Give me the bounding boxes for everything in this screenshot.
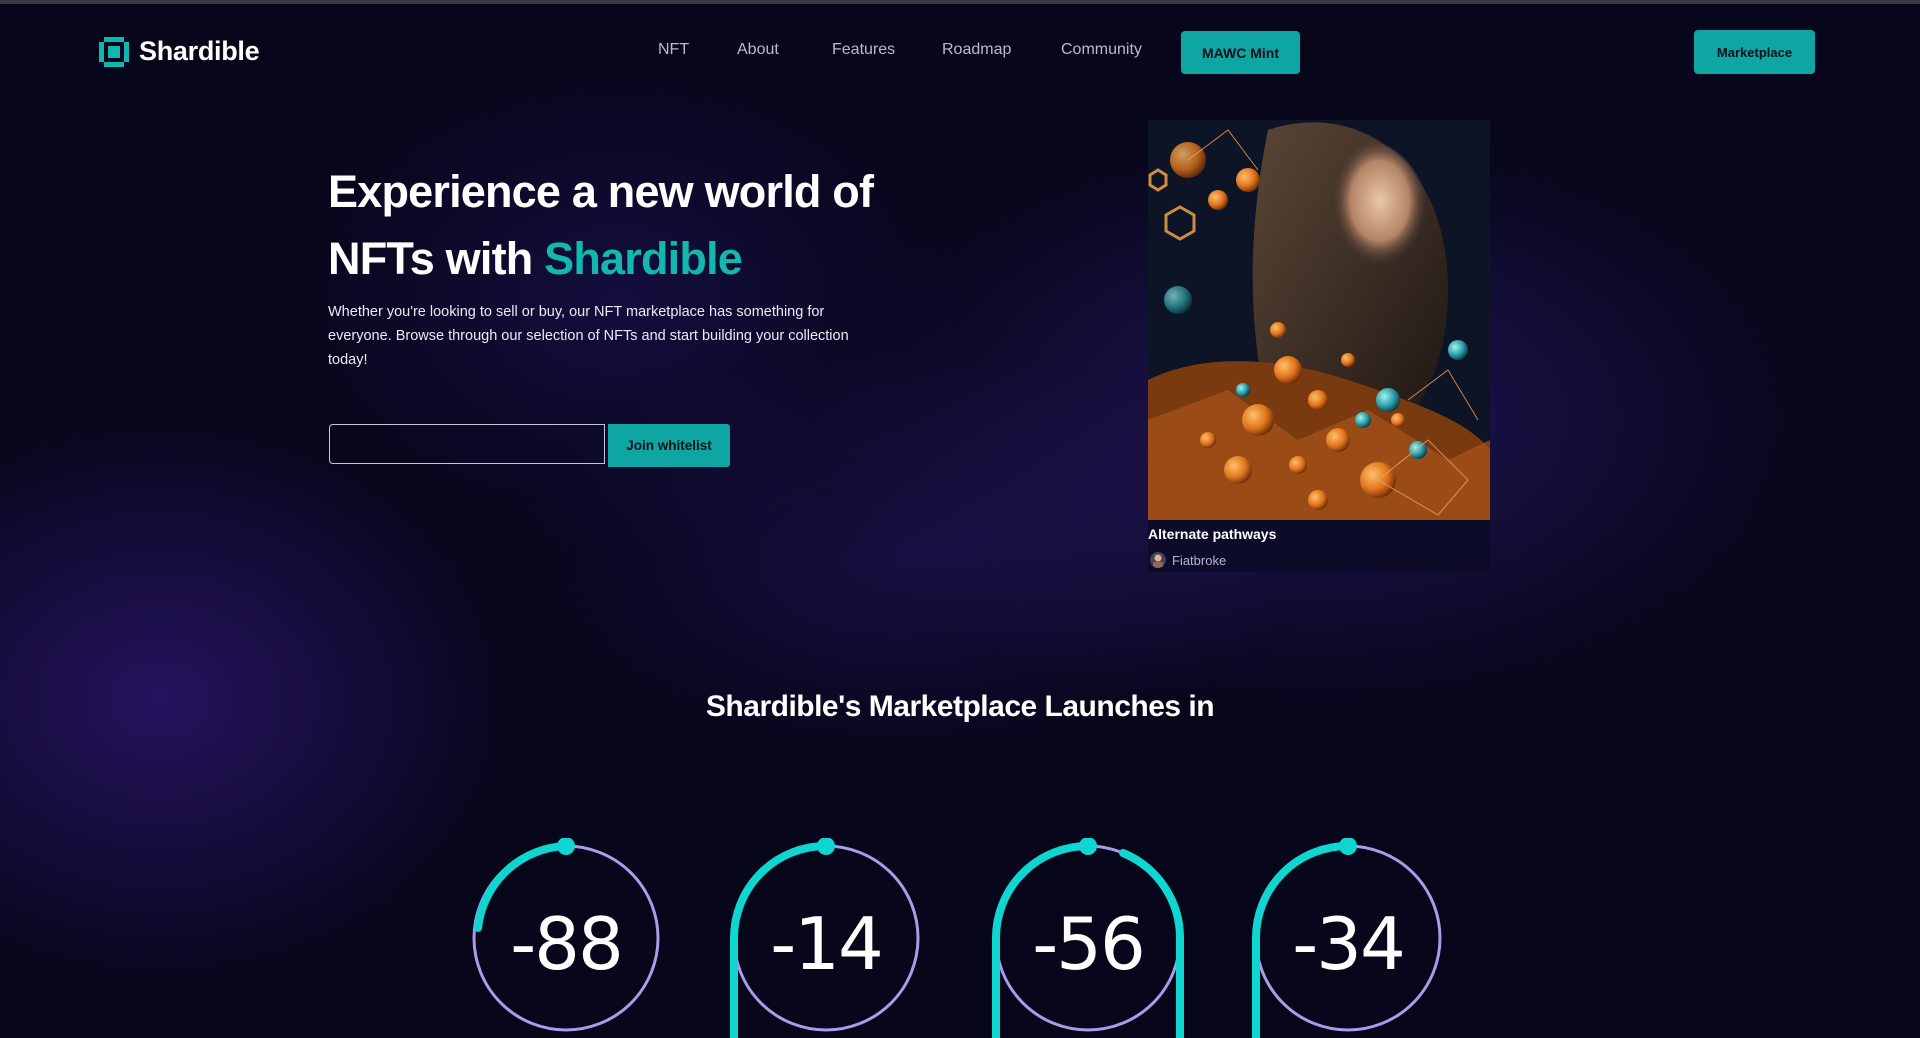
nav-community[interactable]: Community <box>1061 41 1142 59</box>
timer-value-days: -88 <box>510 902 624 986</box>
nav-roadmap[interactable]: Roadmap <box>942 41 1011 59</box>
shard-logo-icon <box>99 36 129 67</box>
whitelist-email-input[interactable] <box>329 424 605 464</box>
hero-title-line1: Experience a new world of <box>328 166 874 217</box>
timer-value-minutes: -56 <box>1032 902 1146 986</box>
countdown-timer-hours: -14 <box>726 838 926 1038</box>
brand-name: Shardible <box>139 36 260 66</box>
nft-artwork-image <box>1148 120 1490 520</box>
window-top-border <box>0 0 1920 4</box>
hero-title-accent: Shardible <box>544 233 743 284</box>
countdown-timer-days: -88 <box>466 838 666 1038</box>
nav-about[interactable]: About <box>737 41 779 59</box>
countdown-title: Shardible's Marketplace Launches in <box>705 690 1215 723</box>
hero-description: Whether you're looking to sell or buy, o… <box>328 304 849 368</box>
marketplace-button[interactable]: Marketplace <box>1694 30 1815 74</box>
countdown-timer-seconds: -34 <box>1248 838 1448 1038</box>
nav-features[interactable]: Features <box>832 41 895 59</box>
timer-value-seconds: -34 <box>1292 902 1406 986</box>
mawc-mint-button[interactable]: MAWC Mint <box>1181 31 1300 74</box>
nft-card[interactable] <box>1148 120 1490 572</box>
timer-value-hours: -14 <box>770 902 884 986</box>
nav-nft[interactable]: NFT <box>658 41 689 59</box>
author-avatar <box>1150 552 1166 568</box>
nft-card-title: Alternate pathways <box>1148 526 1277 542</box>
nft-card-author[interactable]: Fiatbroke <box>1172 553 1226 568</box>
hero-title: Experience a new world of NFTs with Shar… <box>328 158 928 292</box>
countdown-timer-minutes: -56 <box>988 838 1188 1038</box>
join-whitelist-button[interactable]: Join whitelist <box>608 424 730 467</box>
hero-title-prefix: NFTs with <box>328 233 545 284</box>
page-background <box>0 0 1920 998</box>
brand-logo[interactable]: Shardible <box>99 36 260 67</box>
